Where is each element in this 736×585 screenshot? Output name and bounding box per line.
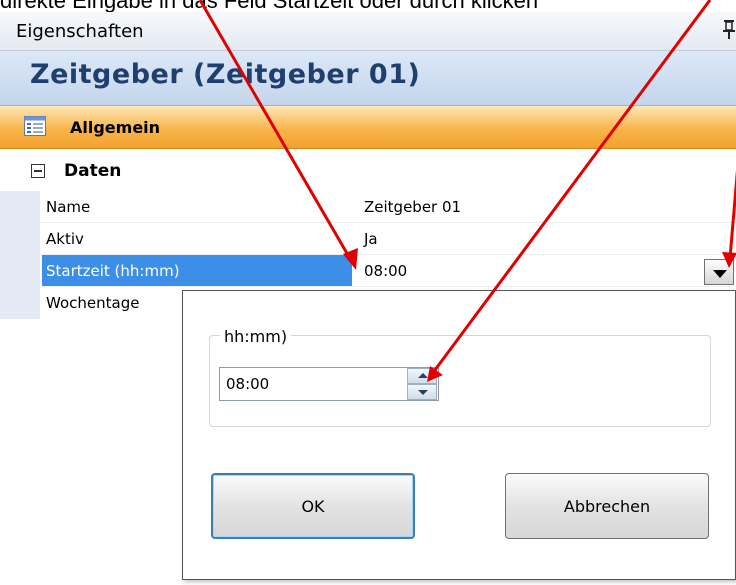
property-name: Startzeit (hh:mm) — [42, 255, 352, 287]
group-row-daten[interactable]: Daten — [0, 161, 736, 187]
time-picker-popup: hh:mm) OK Abbrechen — [182, 290, 736, 580]
spin-up-button[interactable] — [407, 368, 437, 384]
property-row-name[interactable]: Name Zeitgeber 01 — [0, 191, 736, 223]
property-row-startzeit[interactable]: Startzeit (hh:mm) 08:00 — [0, 255, 736, 287]
property-pages-icon — [24, 116, 46, 136]
spin-down-button[interactable] — [407, 384, 437, 400]
collapse-icon[interactable] — [31, 164, 45, 178]
property-name: Name — [46, 198, 91, 216]
groupbox-label: hh:mm) — [220, 327, 292, 346]
panel-title: Eigenschaften — [16, 21, 144, 42]
ok-button[interactable]: OK — [211, 473, 415, 539]
time-spinner[interactable] — [407, 367, 439, 401]
category-tab-allgemein[interactable]: Allgemein — [0, 106, 736, 149]
pin-icon[interactable] — [722, 18, 736, 40]
group-label: Daten — [64, 161, 122, 181]
startzeit-value[interactable]: 08:00 — [360, 255, 736, 287]
property-name: Aktiv — [46, 230, 84, 248]
dropdown-arrow-button[interactable] — [704, 259, 734, 285]
time-input[interactable] — [226, 372, 396, 396]
property-value[interactable]: Zeitgeber 01 — [360, 191, 736, 223]
category-label: Allgemein — [70, 118, 161, 137]
property-row-aktiv[interactable]: Aktiv Ja — [0, 223, 736, 255]
object-title: Zeitgeber (Zeitgeber 01) — [0, 51, 736, 106]
time-field[interactable] — [219, 367, 439, 401]
cancel-button[interactable]: Abbrechen — [505, 473, 709, 539]
property-value[interactable]: Ja — [360, 223, 736, 255]
panel-header: Eigenschaften — [0, 12, 736, 51]
object-title-text: Zeitgeber (Zeitgeber 01) — [30, 59, 421, 90]
